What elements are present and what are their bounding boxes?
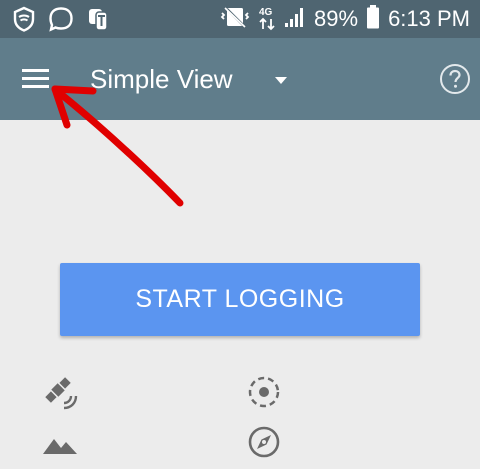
data-4g-icon: 4G <box>258 3 276 36</box>
status-bar: 4G 89% 6:13 PM <box>0 0 480 38</box>
vibrate-mute-icon <box>220 5 250 34</box>
status-time: 6:13 PM <box>388 6 470 31</box>
status-right-area: 4G 89% 6:13 PM <box>220 0 470 38</box>
view-selector-title[interactable]: Simple View <box>90 60 233 98</box>
status-left-icons <box>12 6 110 37</box>
battery-percent: 89% <box>314 6 359 31</box>
compass-icon <box>246 424 282 460</box>
app-toolbar: Simple View <box>0 38 480 120</box>
gps-fix-icon <box>246 374 282 410</box>
dropdown-arrow-icon[interactable] <box>266 66 296 96</box>
satellite-icon <box>42 374 78 410</box>
chat-bubble-icon <box>48 6 74 37</box>
shield-icon <box>12 6 36 37</box>
help-icon[interactable] <box>439 63 471 95</box>
start-logging-button[interactable]: START LOGGING <box>60 263 420 336</box>
battery-icon <box>366 4 380 35</box>
trophy-notification-icon <box>86 6 110 37</box>
mountain-icon <box>42 428 78 464</box>
svg-text:4G: 4G <box>259 7 273 18</box>
hamburger-menu-icon[interactable] <box>18 64 54 94</box>
signal-icon <box>284 5 306 34</box>
